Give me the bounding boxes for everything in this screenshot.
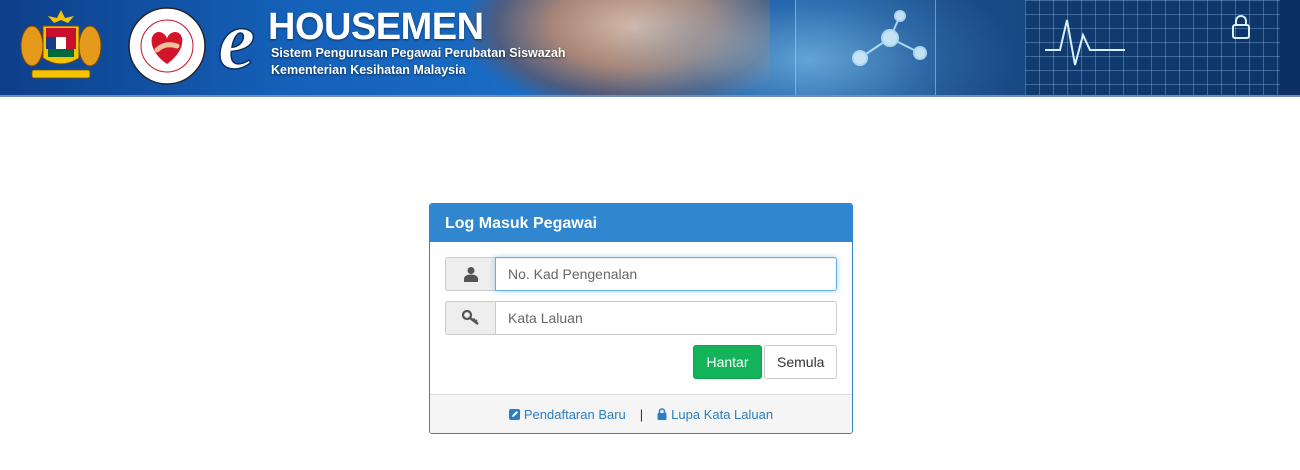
submit-button[interactable]: Hantar [693, 345, 762, 379]
forgot-password-link-label: Lupa Kata Laluan [671, 406, 774, 422]
malaysia-coat-of-arms-icon [20, 10, 102, 79]
brand-title: HOUSEMEN [268, 6, 484, 48]
header-banner: e HOUSEMEN Sistem Pengurusan Pegawai Per… [0, 0, 1300, 97]
key-icon [445, 301, 495, 335]
reset-button[interactable]: Semula [764, 345, 837, 379]
kkm-heart-logo-icon [128, 7, 206, 85]
lock-icon [657, 408, 667, 420]
edit-icon [508, 408, 520, 420]
login-panel-heading: Log Masuk Pegawai [430, 204, 852, 242]
register-link[interactable]: Pendaftaran Baru [508, 406, 626, 422]
user-icon [445, 257, 495, 291]
molecule-decoration-icon [852, 10, 927, 66]
svg-text:e: e [218, 2, 255, 84]
login-panel: Log Masuk Pegawai Hantar Semula [429, 203, 853, 434]
heartbeat-decoration-icon [1045, 19, 1125, 66]
brand-e-letter: e [218, 2, 256, 84]
brand-subtitle-ministry: Kementerian Kesihatan Malaysia [271, 63, 466, 77]
footer-separator: | [639, 406, 644, 422]
login-panel-footer: Pendaftaran Baru | Lupa Kata Laluan [430, 394, 852, 433]
ic-number-input-group [445, 257, 837, 291]
password-input-group [445, 301, 837, 335]
password-input[interactable] [495, 301, 837, 335]
ic-number-input[interactable] [495, 257, 837, 291]
register-link-label: Pendaftaran Baru [523, 406, 626, 422]
brand-subtitle-system: Sistem Pengurusan Pegawai Perubatan Sisw… [271, 46, 566, 60]
forgot-password-link[interactable]: Lupa Kata Laluan [657, 407, 773, 422]
padlock-decoration-icon [1232, 15, 1250, 39]
